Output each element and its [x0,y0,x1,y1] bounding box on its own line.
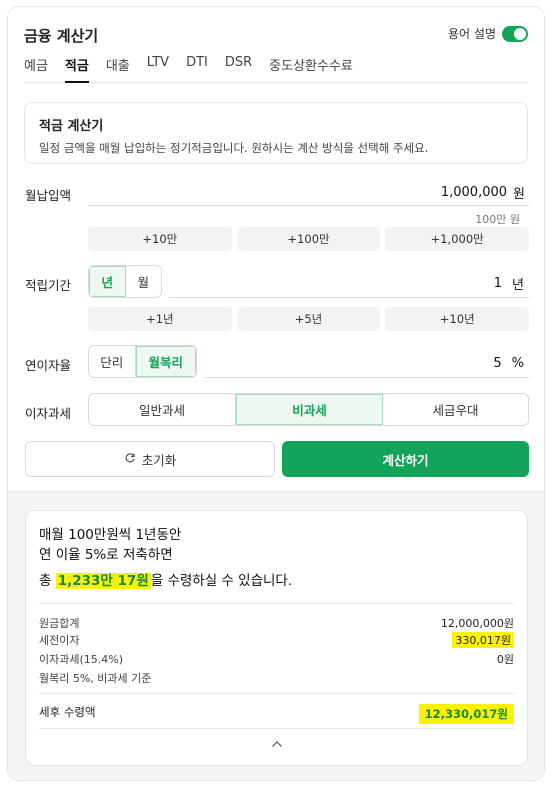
summary-line-2: 연 이율 5%로 저축하면 [39,547,173,563]
period-value: 1 [493,275,503,291]
net-amount-row: 세후 수령액 12,330,017원 [39,704,514,724]
reset-button[interactable]: 초기화 [25,441,275,477]
tab-loan[interactable]: 대출 [106,53,130,82]
add-5-year-button[interactable]: +5년 [236,307,381,331]
tab-deposit[interactable]: 예금 [24,53,48,82]
result-area: 매월 100만원씩 1년동안 연 이율 5%로 저축하면 총 1,233만 17… [8,491,544,780]
pretax-interest-value: 330,017원 [452,632,514,648]
period-unit-selector: 년 월 [88,265,162,298]
net-divider [39,693,514,694]
result-divider [39,603,514,604]
refresh-icon [124,452,136,467]
tab-dsr[interactable]: DSR [225,53,252,82]
period-quick-add: +1년 +5년 +10년 [88,307,530,331]
tax-preferential-option[interactable]: 세금우대 [383,394,528,425]
add-10-year-button[interactable]: +10년 [385,307,530,331]
rate-monthly-compound-option[interactable]: 월복리 [135,346,196,377]
tax-exempt-option[interactable]: 비과세 [236,394,383,425]
principal-label: 원금합계 [39,617,80,630]
rate-input[interactable]: 5 % [205,349,529,378]
tab-dti[interactable]: DTI [186,53,208,82]
period-unit-month[interactable]: 월 [126,266,162,297]
interest-tax-value: 0원 [496,653,514,666]
add-10m-button[interactable]: +1,000만 [385,227,530,251]
collapse-button[interactable] [26,737,527,751]
interest-tax-label: 이자과세(15.4%) [39,653,124,666]
help-label: 용어 설명 [448,27,496,41]
calculator-card: 금융 계산기 용어 설명 예금 적금 대출 LTV DTI DSR 중도상환수수… [7,6,545,781]
period-label: 적립기간 [25,278,72,293]
net-amount-value: 12,330,017원 [418,704,514,724]
result-summary: 매월 100만원씩 1년동안 연 이율 5%로 저축하면 총 1,233만 17… [39,525,292,591]
page-title: 금융 계산기 [24,27,99,45]
add-100k-button[interactable]: +10만 [88,227,232,251]
result-card: 매월 100만원씩 1년동안 연 이율 5%로 저축하면 총 1,233만 17… [25,510,528,766]
info-description: 일정 금액을 매월 납입하는 정기적금입니다. 원하시는 계산 방식을 선택해 … [39,141,429,155]
principal-row: 원금합계 12,000,000원 [39,615,514,631]
total-amount: 1,233만 17원 [55,573,151,589]
add-1m-button[interactable]: +100만 [236,227,381,251]
period-unit-year[interactable]: 년 [89,266,126,297]
monthly-label: 월납입액 [25,188,72,203]
calculation-basis: 월복리 5%, 비과세 기준 [39,672,152,685]
add-1-year-button[interactable]: +1년 [88,307,232,331]
tax-type-selector: 일반과세 비과세 세금우대 [88,393,529,426]
tax-general-option[interactable]: 일반과세 [89,394,236,425]
toggle-switch[interactable] [502,25,528,42]
summary-total-line: 총 1,233만 17원 을 수령하실 수 있습니다. [39,571,292,591]
info-title: 적금 계산기 [39,119,104,134]
tab-ltv[interactable]: LTV [147,53,169,82]
calculate-button[interactable]: 계산하기 [282,441,529,477]
pretax-interest-row: 세전이자 330,017원 [39,632,514,648]
rate-type-selector: 단리 월복리 [88,345,197,378]
monthly-amount-input[interactable]: 1,000,000 원 [88,179,529,206]
chevron-up-icon [271,737,283,751]
reset-label: 초기화 [141,452,177,468]
tax-label: 이자과세 [25,406,72,421]
period-unit: 년 [512,277,524,293]
total-prefix: 총 [39,573,56,589]
monthly-amount-value: 1,000,000 [440,184,508,200]
monthly-amount-unit: 원 [513,186,525,202]
total-suffix: 을 수령하실 수 있습니다. [150,573,293,589]
rate-label: 연이자율 [25,358,72,373]
rate-unit: % [511,355,524,371]
tab-prepayment-fee[interactable]: 중도상환수수료 [269,53,353,82]
monthly-quick-add: +10만 +100만 +1,000만 [88,227,530,251]
principal-value: 12,000,000원 [440,617,514,630]
tab-savings[interactable]: 적금 [64,53,89,83]
help-toggle[interactable]: 용어 설명 [448,25,528,42]
interest-tax-row: 이자과세(15.4%) 0원 [39,651,514,667]
collapse-divider [39,728,514,729]
header: 금융 계산기 용어 설명 [24,25,528,49]
rate-simple-option[interactable]: 단리 [89,346,136,377]
info-box: 적금 계산기 일정 금액을 매월 납입하는 정기적금입니다. 원하시는 계산 방… [24,102,528,164]
summary-line-1: 매월 100만원씩 1년동안 [39,527,182,543]
pretax-interest-label: 세전이자 [39,634,80,647]
calculator-tabs: 예금 적금 대출 LTV DTI DSR 중도상환수수료 [24,53,528,83]
net-amount-label: 세후 수령액 [39,705,96,719]
period-input[interactable]: 1 년 [169,269,529,298]
monthly-amount-hint: 100만 원 [475,213,520,226]
rate-value: 5 [493,355,502,371]
